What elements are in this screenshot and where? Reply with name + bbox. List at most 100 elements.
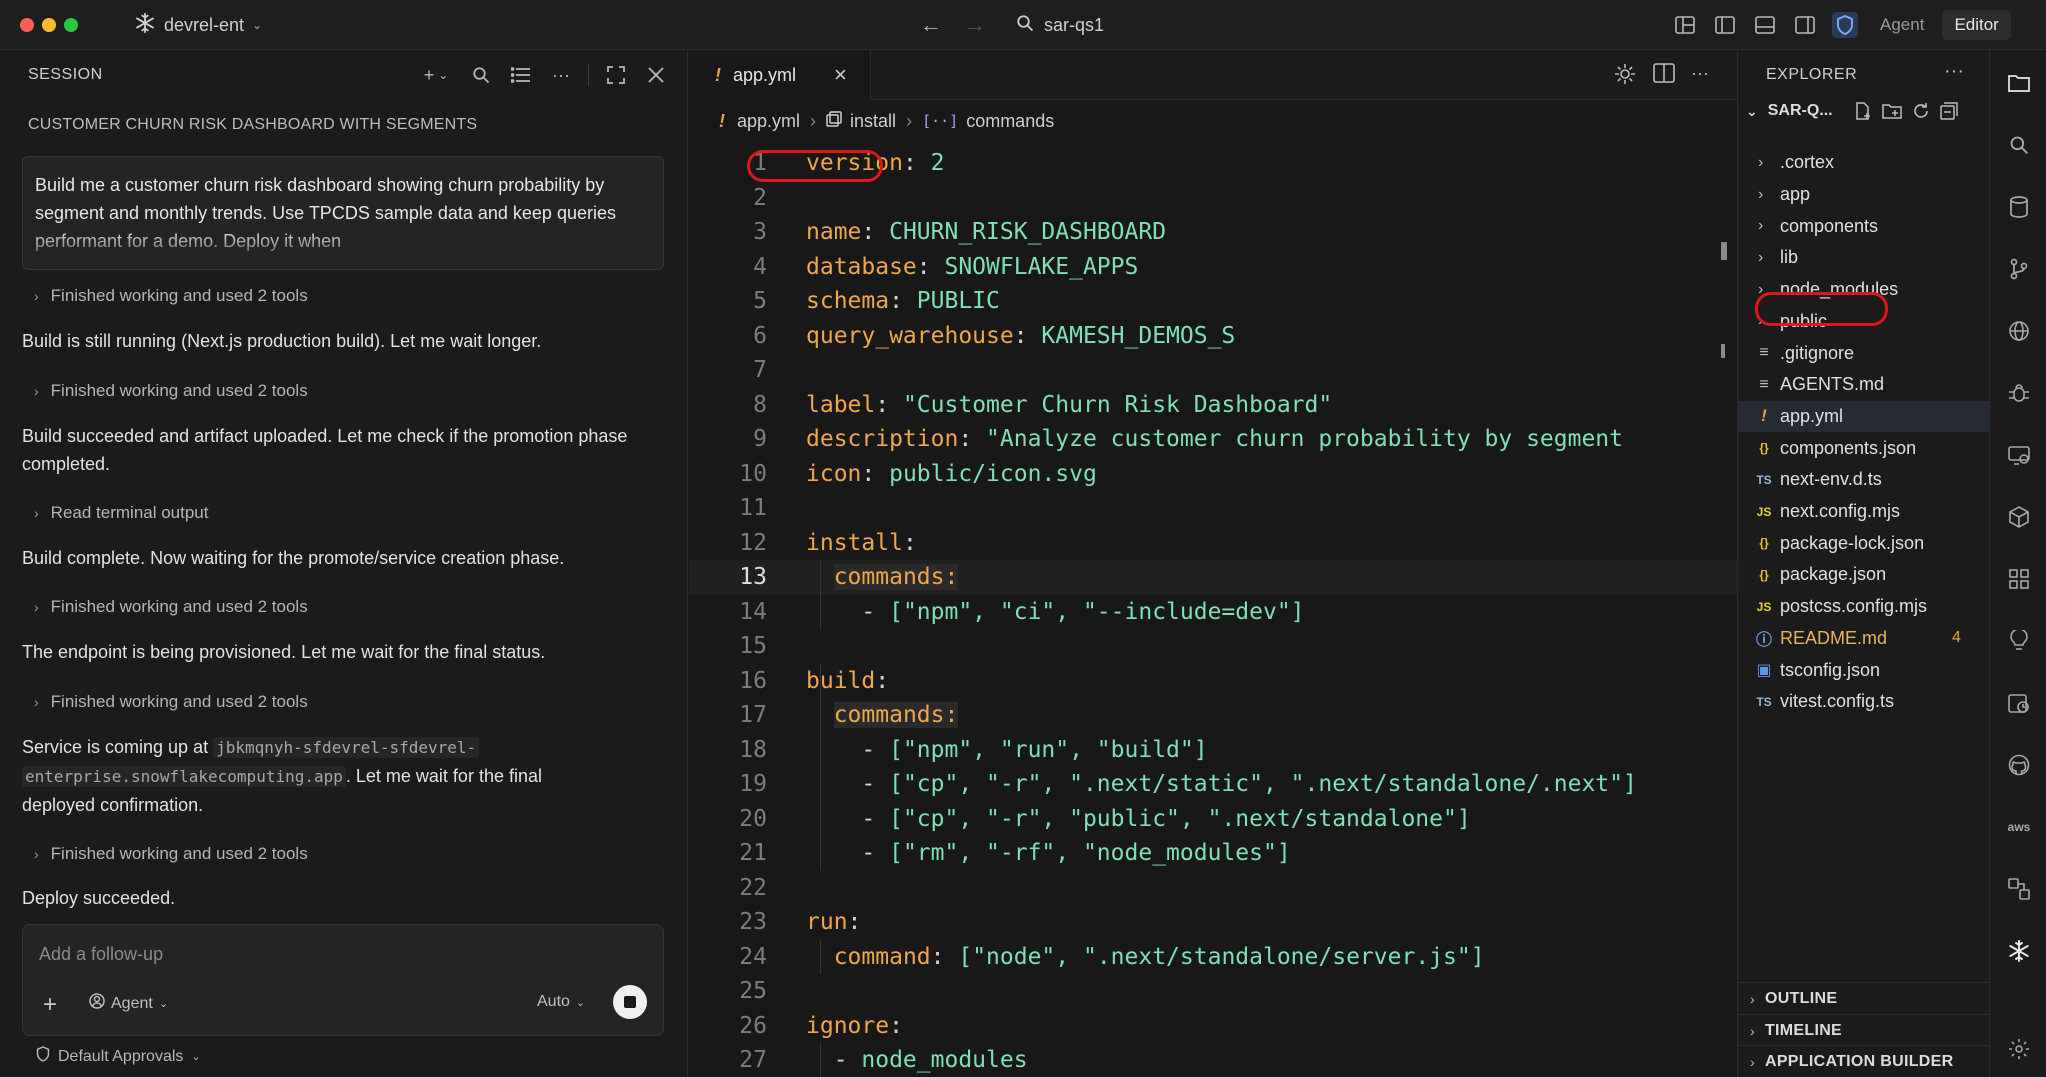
github-icon[interactable] [2006, 752, 2032, 778]
search-sessions-icon[interactable] [468, 62, 494, 88]
tool-summary-row[interactable]: › Read terminal output [34, 503, 209, 523]
tree-file[interactable]: TS vitest.config.ts [1738, 686, 1989, 718]
package-icon[interactable] [2006, 504, 2032, 530]
tool-summary-row[interactable]: › Finished working and used 2 tools [34, 286, 308, 306]
tree-file[interactable]: JS next.config.mjs [1738, 496, 1989, 528]
application-builder-section[interactable]: › APPLICATION BUILDER [1738, 1045, 1989, 1077]
model-selector[interactable]: Auto ⌄ [537, 993, 585, 1011]
ai-sparkle-icon[interactable] [1613, 62, 1637, 91]
code-line[interactable]: 15 [689, 629, 1737, 664]
settings-gear-icon[interactable] [2006, 1036, 2032, 1062]
snowflake-icon[interactable] [2006, 938, 2032, 964]
connections-icon[interactable] [2006, 876, 2032, 902]
approvals-selector[interactable]: Default Approvals ⌄ [36, 1046, 201, 1067]
code-line[interactable]: 11 [689, 491, 1737, 526]
timeline-section[interactable]: › TIMELINE [1738, 1014, 1989, 1046]
tree-file[interactable]: JS postcss.config.mjs [1738, 591, 1989, 623]
new-session-icon[interactable]: + ⌄ [418, 62, 454, 88]
outline-section[interactable]: › OUTLINE [1738, 982, 1989, 1014]
breadcrumb-commands[interactable]: commands [966, 111, 1054, 132]
code-line[interactable]: 8 label: "Customer Churn Risk Dashboard" [689, 388, 1737, 423]
close-panel-icon[interactable] [643, 62, 669, 88]
code-line[interactable]: 17 commands: [689, 698, 1737, 733]
followup-input[interactable] [39, 939, 639, 969]
code-line[interactable]: 18 - ["npm", "run", "build"] [689, 733, 1737, 768]
expand-icon[interactable] [603, 62, 629, 88]
list-icon[interactable] [508, 62, 534, 88]
code-line[interactable]: 7 [689, 353, 1737, 388]
code-line[interactable]: 13 commands: [689, 560, 1737, 595]
minimize-window-button[interactable] [42, 18, 56, 32]
source-control-icon[interactable] [2006, 256, 2032, 282]
more-options-icon[interactable]: ··· [1944, 60, 1964, 83]
tool-summary-row[interactable]: › Finished working and used 2 tools [34, 844, 308, 864]
tree-file[interactable]: {} package-lock.json [1738, 527, 1989, 559]
tree-file[interactable]: ≡ AGENTS.md [1738, 369, 1989, 401]
code-line[interactable]: 20 - ["cp", "-r", "public", ".next/stand… [689, 802, 1737, 837]
breadcrumb-file[interactable]: app.yml [737, 111, 800, 132]
code-line[interactable]: 16 build: [689, 664, 1737, 699]
add-attachment-icon[interactable]: + [43, 991, 57, 1019]
code-line[interactable]: 9 description: "Analyze customer churn pr… [689, 422, 1737, 457]
code-line[interactable]: 22 [689, 871, 1737, 906]
forward-arrow-icon[interactable]: → [964, 12, 986, 38]
user-prompt-card[interactable]: Build me a customer churn risk dashboard… [22, 156, 664, 270]
more-options-icon[interactable]: ··· [1691, 62, 1709, 91]
code-line[interactable]: 12 install: [689, 526, 1737, 561]
code-line[interactable]: 21 - ["rm", "-rf", "node_modules"] [689, 836, 1737, 871]
refresh-icon[interactable] [1912, 102, 1930, 125]
code-line[interactable]: 19 - ["cp", "-r", ".next/static", ".next… [689, 767, 1737, 802]
back-arrow-icon[interactable]: ← [920, 12, 942, 38]
close-window-button[interactable] [20, 18, 34, 32]
editor-tab-app-yml[interactable]: ! app.yml × [689, 50, 871, 100]
toggle-panel-icon[interactable] [1752, 12, 1778, 38]
breadcrumb-install[interactable]: install [850, 111, 896, 132]
layout-grid-icon[interactable] [1672, 12, 1698, 38]
tree-file[interactable]: {} components.json [1738, 432, 1989, 464]
timer-icon[interactable] [2006, 690, 2032, 716]
debug-icon[interactable] [2006, 380, 2032, 406]
collapse-all-icon[interactable] [1940, 102, 1958, 125]
tool-summary-row[interactable]: › Finished working and used 2 tools [34, 692, 308, 712]
code-line[interactable]: 6 query_warehouse: KAMESH_DEMOS_S [689, 319, 1737, 354]
aws-icon[interactable]: aws [2006, 814, 2032, 840]
tree-folder[interactable]: › components [1738, 210, 1989, 242]
code-line[interactable]: 25 [689, 974, 1737, 1009]
agent-selector[interactable]: Agent ⌄ [89, 993, 168, 1014]
code-line[interactable]: 27 - node_modules [689, 1043, 1737, 1077]
stop-button[interactable] [613, 985, 647, 1019]
tree-folder[interactable]: › lib [1738, 242, 1989, 274]
code-line[interactable]: 3 name: CHURN_RISK_DASHBOARD [689, 215, 1737, 250]
split-editor-icon[interactable] [1653, 62, 1675, 91]
lightbulb-icon[interactable] [2006, 628, 2032, 654]
tree-file[interactable]: TS next-env.d.ts [1738, 464, 1989, 496]
tool-summary-row[interactable]: › Finished working and used 2 tools [34, 381, 308, 401]
tree-folder[interactable]: › .cortex [1738, 147, 1989, 179]
maximize-window-button[interactable] [64, 18, 78, 32]
tree-file[interactable]: ⓘ README.md 4 [1738, 623, 1989, 655]
agent-mode-button[interactable]: Agent [1868, 10, 1936, 40]
files-icon[interactable] [2006, 70, 2032, 96]
code-line[interactable]: 23 run: [689, 905, 1737, 940]
close-icon[interactable]: × [834, 62, 847, 88]
database-icon[interactable] [2006, 194, 2032, 220]
command-search[interactable]: sar-qs1 [1016, 12, 1104, 38]
more-options-icon[interactable]: ··· [548, 62, 574, 88]
new-file-icon[interactable] [1854, 102, 1872, 125]
tree-file[interactable]: ! app.yml [1738, 400, 1989, 433]
workspace-selector[interactable]: devrel-ent ⌄ [134, 12, 262, 38]
toggle-primary-sidebar-icon[interactable] [1712, 12, 1738, 38]
editor-mode-button[interactable]: Editor [1942, 10, 2011, 40]
code-line[interactable]: 5 schema: PUBLIC [689, 284, 1737, 319]
search-icon[interactable] [2006, 132, 2032, 158]
new-folder-icon[interactable] [1882, 102, 1902, 125]
tree-file[interactable]: ≡ .gitignore [1738, 337, 1989, 369]
remote-icon[interactable] [2006, 442, 2032, 468]
explorer-root[interactable]: ⌄ SAR-Q... [1746, 102, 1833, 120]
toggle-secondary-sidebar-icon[interactable] [1792, 12, 1818, 38]
code-editor[interactable]: 1 version: 2 2 3 name: CHURN_RISK_DASHBOARD 4… [689, 146, 1737, 1077]
code-line[interactable]: 24 command: ["node", ".next/standalone/s… [689, 940, 1737, 975]
globe-icon[interactable] [2006, 318, 2032, 344]
code-line[interactable]: 10 icon: public/icon.svg [689, 457, 1737, 492]
code-line[interactable]: 14 - ["npm", "ci", "--include=dev"] [689, 595, 1737, 630]
